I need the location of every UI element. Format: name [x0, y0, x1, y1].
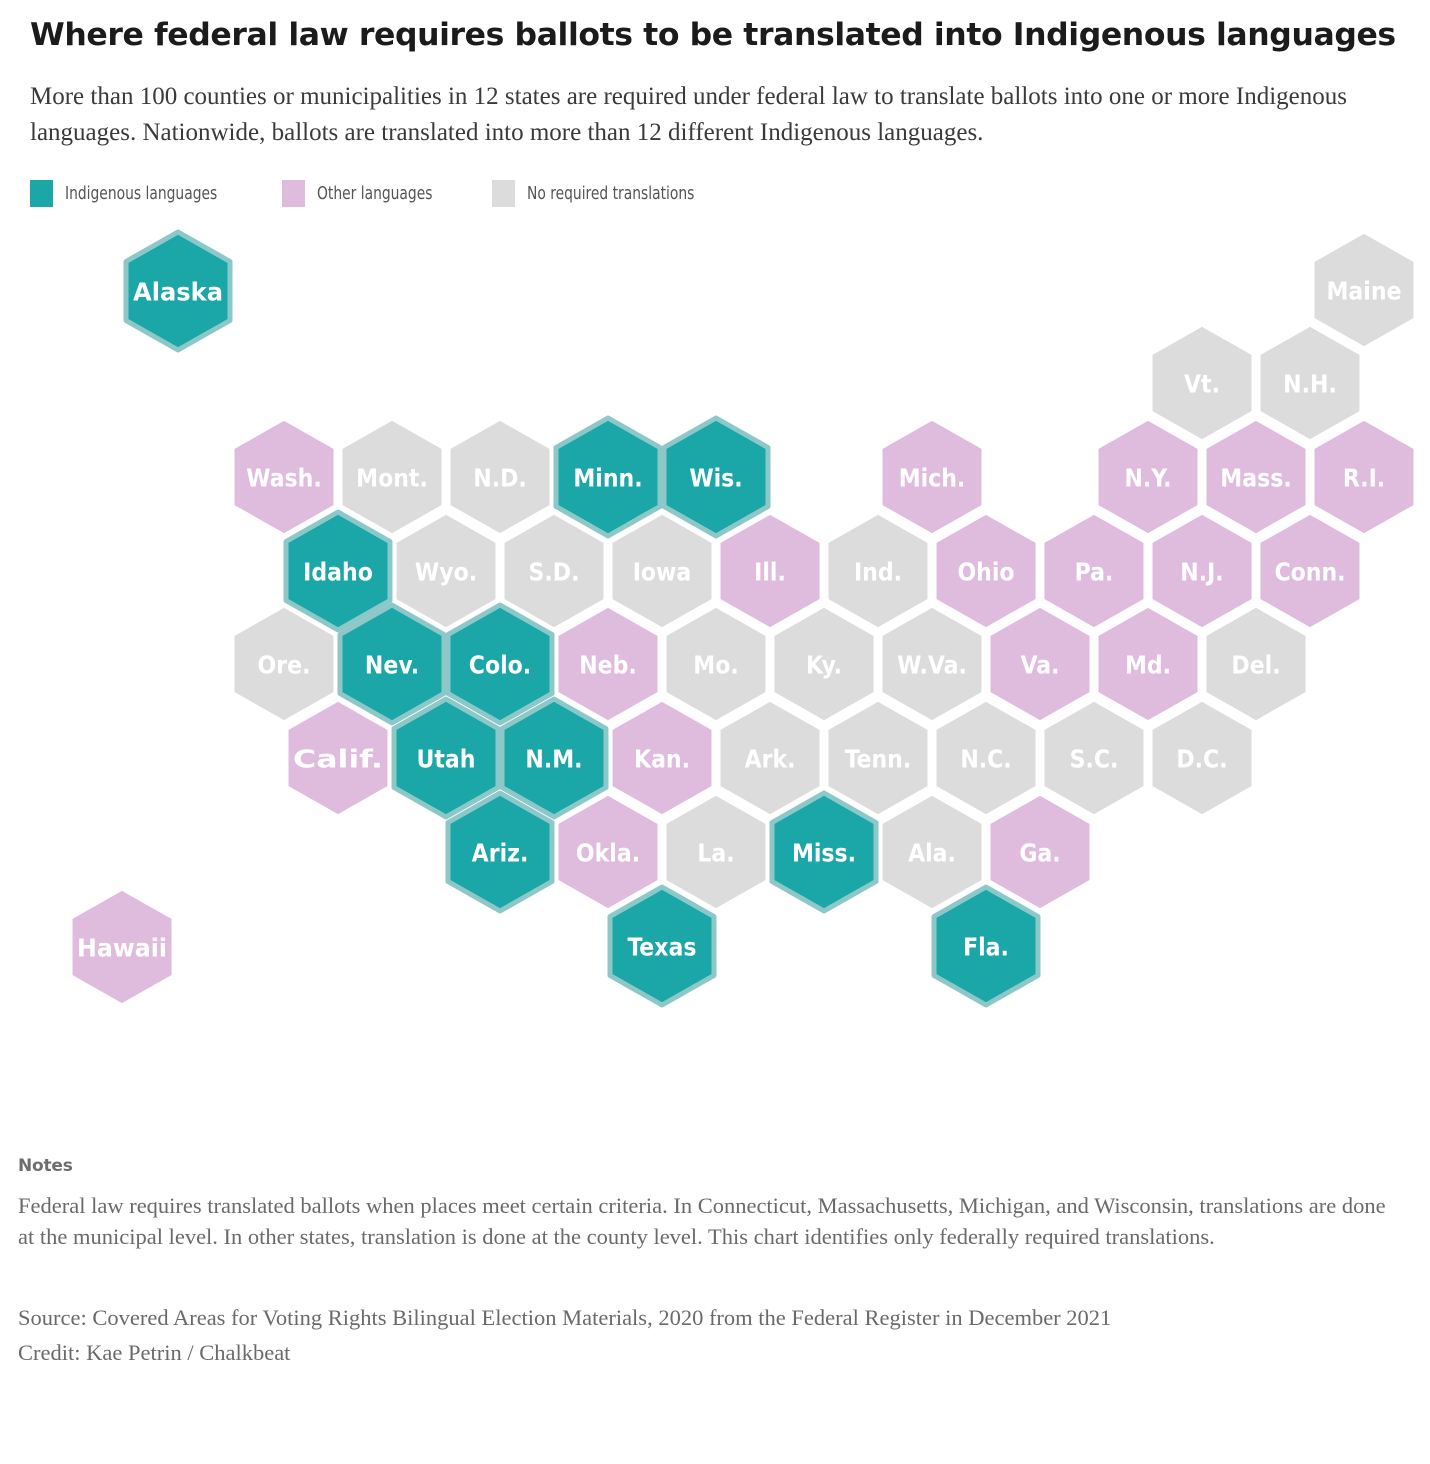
- hex-tile-nm[interactable]: N.M.: [499, 696, 609, 820]
- hex-tile-texas[interactable]: Texas: [607, 884, 717, 1008]
- hex-shape: [445, 790, 555, 914]
- hex-tile-hawaii[interactable]: Hawaii: [67, 885, 177, 1009]
- hex-tile-fla[interactable]: Fla.: [931, 884, 1041, 1008]
- hex-tile-vt[interactable]: Vt.: [1147, 321, 1257, 445]
- hex-shape: [661, 415, 771, 539]
- page-title: Where federal law requires ballots to be…: [30, 17, 1396, 53]
- chart-container: Where federal law requires ballots to be…: [0, 0, 1430, 1464]
- tile-cartogram: Maine Vt. N.H. Mont. N.D. Wyo. S.D. Iowa Ind. Ore…: [30, 219, 1430, 1029]
- hex-tile-wis[interactable]: Wis.: [661, 415, 771, 539]
- legend-label-other: Other languages: [317, 183, 433, 204]
- legend-item-indigenous[interactable]: Indigenous languages: [30, 180, 238, 208]
- hex-tile-ala[interactable]: Ala.: [877, 790, 987, 914]
- credit-line: Credit: Kae Petrin / Chalkbeat: [18, 1340, 291, 1366]
- legend-swatch-other: [282, 180, 305, 208]
- hex-shape: [499, 696, 609, 820]
- hex-shape: [67, 885, 177, 1009]
- hex-tile-sc[interactable]: S.C.: [1039, 696, 1149, 820]
- hex-tile-mont[interactable]: Mont.: [337, 415, 447, 539]
- notes-body: Federal law requires translated ballots …: [18, 1193, 1386, 1250]
- hex-tile-kan[interactable]: Kan.: [607, 696, 717, 820]
- hex-shape: [391, 696, 501, 820]
- hex-tile-ark[interactable]: Ark.: [715, 696, 825, 820]
- legend: Indigenous languages Other languages No …: [30, 180, 1400, 208]
- chart-footer: Notes Federal law requires translated ba…: [18, 1156, 1412, 1368]
- hex-tile-miss[interactable]: Miss.: [769, 790, 879, 914]
- hex-shape: [337, 415, 447, 539]
- hex-shape: [607, 696, 717, 820]
- hex-tile-ga[interactable]: Ga.: [985, 790, 1095, 914]
- hex-shape: [445, 415, 555, 539]
- hex-shape: [1309, 415, 1419, 539]
- source-line: Source: Covered Areas for Voting Rights …: [18, 1305, 1112, 1331]
- hex-shape: [931, 696, 1041, 820]
- hex-shape: [931, 884, 1041, 1008]
- hex-shape: [985, 790, 1095, 914]
- hex-shape: [283, 696, 393, 820]
- hex-tile-nd[interactable]: N.D.: [445, 415, 555, 539]
- hex-tile-ri[interactable]: R.I.: [1309, 415, 1419, 539]
- hex-tile-nc[interactable]: N.C.: [931, 696, 1041, 820]
- hex-shape: [553, 790, 663, 914]
- hex-tile-okla[interactable]: Okla.: [553, 790, 663, 914]
- hex-tile-wash[interactable]: Wash.: [229, 415, 339, 539]
- hex-shape: [877, 415, 987, 539]
- hex-shape: [123, 229, 233, 353]
- hex-tile-mich[interactable]: Mich.: [877, 415, 987, 539]
- notes-heading: Notes: [18, 1156, 73, 1176]
- legend-item-none[interactable]: No required translations: [492, 180, 717, 208]
- hex-tile-utah[interactable]: Utah: [391, 696, 501, 820]
- hex-tile-minn[interactable]: Minn.: [553, 415, 663, 539]
- hex-tile-dc[interactable]: D.C.: [1147, 696, 1257, 820]
- hex-shape: [1093, 415, 1203, 539]
- hex-shape: [229, 415, 339, 539]
- hex-shape: [607, 884, 717, 1008]
- hex-tile-ariz[interactable]: Ariz.: [445, 790, 555, 914]
- chart-subtitle: More than 100 counties or municipalities…: [30, 83, 1347, 146]
- hex-tilemap-svg: MaineVt. N.H.Mont. N.D.Wyo. S.D. Iowa Ind.Ore…: [67, 228, 1419, 1009]
- hex-tile-alaska[interactable]: Alaska: [123, 229, 233, 353]
- legend-label-indigenous: Indigenous languages: [65, 183, 218, 204]
- hex-shape: [1147, 696, 1257, 820]
- legend-item-other[interactable]: Other languages: [282, 180, 448, 208]
- hex-shape: [823, 696, 933, 820]
- hex-shape: [661, 790, 771, 914]
- hex-shape: [1147, 321, 1257, 445]
- legend-label-none: No required translations: [527, 183, 695, 204]
- hex-shape: [1039, 696, 1149, 820]
- hex-shape: [553, 415, 663, 539]
- hex-tile-calif[interactable]: Calif.: [283, 696, 393, 820]
- hex-tile-la[interactable]: La.: [661, 790, 771, 914]
- hex-shape: [1201, 415, 1311, 539]
- hex-tile-mass[interactable]: Mass.: [1201, 415, 1311, 539]
- hex-shape: [877, 790, 987, 914]
- legend-swatch-indigenous: [30, 180, 53, 208]
- hex-shape: [715, 696, 825, 820]
- legend-swatch-none: [492, 180, 516, 208]
- hex-tile-tenn[interactable]: Tenn.: [823, 696, 933, 820]
- hex-shape: [769, 790, 879, 914]
- hex-tile-ny[interactable]: N.Y.: [1093, 415, 1203, 539]
